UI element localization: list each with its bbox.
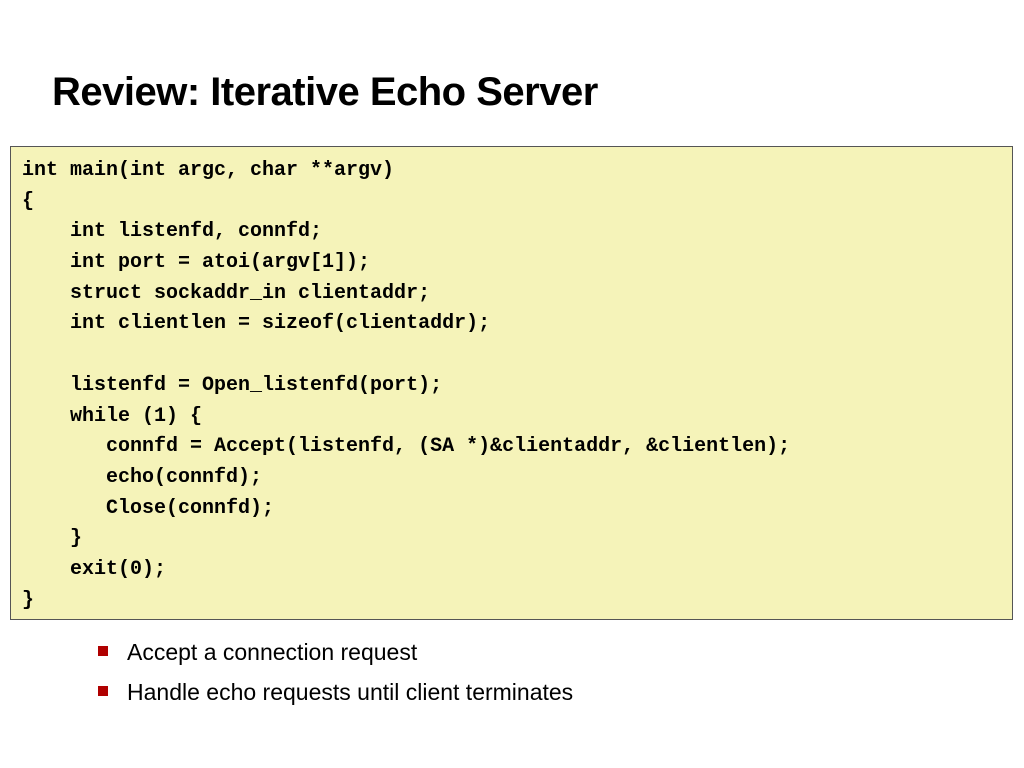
code-line: connfd = Accept(listenfd, (SA *)&clienta… — [22, 435, 791, 459]
code-line: } — [22, 588, 35, 612]
code-line: int main(int argc, char **argv) — [22, 159, 395, 182]
code-line: int listenfd, connfd; — [22, 220, 323, 244]
slide-title: Review: Iterative Echo Server — [52, 70, 598, 114]
bullet-list: Accept a connection request Handle echo … — [96, 634, 573, 714]
code-line: } — [22, 527, 83, 551]
bullet-text: Accept a connection request — [127, 639, 418, 665]
code-line: while (1) { — [22, 404, 203, 428]
code-line: echo(connfd); — [22, 465, 263, 489]
code-line: int port = atoi(argv[1]); — [22, 251, 371, 275]
bullet-item: Accept a connection request — [96, 634, 573, 674]
slide: Review: Iterative Echo Server int main(i… — [0, 0, 1024, 768]
bullet-text: Handle echo requests until client termin… — [127, 679, 574, 705]
bullet-item: Handle echo requests until client termin… — [96, 674, 573, 714]
code-line: struct sockaddr_in clientaddr; — [22, 281, 431, 305]
red-square-bullet-icon — [98, 646, 108, 656]
red-square-bullet-icon — [98, 686, 108, 696]
code-line: Close(connfd); — [22, 496, 275, 520]
code-line: { — [22, 189, 35, 213]
code-line: listenfd = Open_listenfd(port); — [22, 373, 443, 397]
code-line: exit(0); — [22, 557, 167, 581]
code-block: int main(int argc, char **argv) { int li… — [10, 146, 1013, 620]
code-line: int clientlen = sizeof(clientaddr); — [22, 312, 491, 336]
